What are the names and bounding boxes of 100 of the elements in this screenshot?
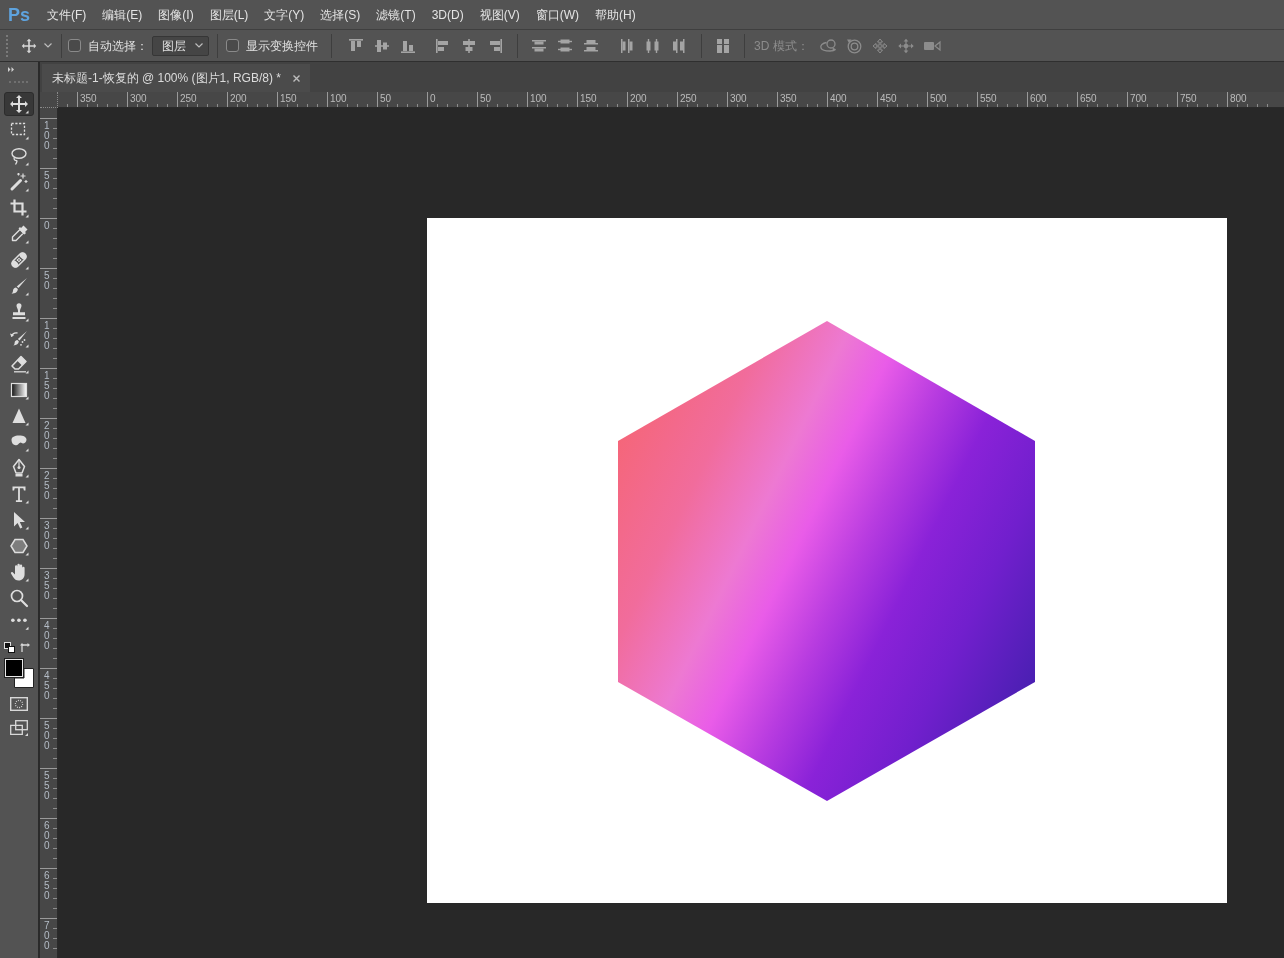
background-color-swatch[interactable] xyxy=(14,668,34,688)
ruler-label: 550 xyxy=(979,92,997,104)
collapse-panel-icon[interactable] xyxy=(8,67,15,72)
gradient-icon xyxy=(9,380,29,400)
ruler-label: 100 xyxy=(529,92,547,104)
default-colors-icon[interactable] xyxy=(4,641,15,653)
distribute-top-icon[interactable] xyxy=(531,37,547,54)
menu-item[interactable]: 图层(L) xyxy=(201,3,257,26)
more-icon xyxy=(9,618,29,630)
ruler-label: 350 xyxy=(44,571,51,601)
checkbox-label: 显示变换控件 xyxy=(246,37,318,55)
panel-grip[interactable] xyxy=(6,34,9,57)
menu-item[interactable]: 滤镜(T) xyxy=(368,3,424,26)
ruler-label: 400 xyxy=(829,92,847,104)
menu-item[interactable]: 窗口(W) xyxy=(527,3,587,26)
ruler-label: 100 xyxy=(329,92,347,104)
document-tab[interactable]: 未标题-1-恢复的 @ 100% (图片1, RGB/8) * xyxy=(42,64,310,92)
auto-align-icon[interactable] xyxy=(715,37,731,54)
ruler-label: 100 xyxy=(44,121,51,151)
ruler-label: 50 xyxy=(44,171,51,191)
ruler-label: 150 xyxy=(579,92,597,104)
lasso-icon xyxy=(9,146,29,166)
menu-item[interactable]: 帮助(H) xyxy=(587,3,644,26)
ruler-label: 50 xyxy=(479,92,492,104)
distribute-right-icon[interactable] xyxy=(671,37,687,54)
menu-item[interactable]: 文件(F) xyxy=(39,3,95,26)
distribute-vertical-centers-icon[interactable] xyxy=(557,37,573,54)
ruler-label: 0 xyxy=(429,92,436,104)
ruler-label: 700 xyxy=(44,921,51,951)
ruler-label: 350 xyxy=(79,92,97,104)
ruler-label: 400 xyxy=(44,621,51,651)
ruler-origin-corner[interactable] xyxy=(40,92,58,108)
ruler-label: 250 xyxy=(679,92,697,104)
eyedropper-icon xyxy=(9,224,29,244)
distribute-horizontal-centers-icon[interactable] xyxy=(645,37,661,54)
ruler-label: 150 xyxy=(279,92,297,104)
align-right-icon[interactable] xyxy=(487,37,503,54)
ruler-label: 350 xyxy=(779,92,797,104)
ruler-label: 800 xyxy=(1229,92,1247,104)
menu-item[interactable]: 编辑(E) xyxy=(94,3,151,26)
menu-item[interactable]: 视图(V) xyxy=(471,3,528,26)
ruler-label: 100 xyxy=(44,321,51,351)
foreground-color-swatch[interactable] xyxy=(5,659,23,677)
checkbox[interactable] xyxy=(226,39,239,52)
ruler-label: 200 xyxy=(629,92,647,104)
ruler-label: 250 xyxy=(179,92,197,104)
brush-icon xyxy=(9,276,29,296)
ruler-label: 450 xyxy=(879,92,897,104)
menu-item[interactable]: 3D(D) xyxy=(423,3,472,26)
ruler-label: 700 xyxy=(1129,92,1147,104)
distribute-left-icon[interactable] xyxy=(619,37,635,54)
ruler-label: 300 xyxy=(44,521,51,551)
distribute-bottom-icon[interactable] xyxy=(583,37,599,54)
zoom-icon xyxy=(9,588,29,608)
menu-item[interactable]: 图像(I) xyxy=(150,3,202,26)
quick-mask-icon[interactable] xyxy=(10,697,28,711)
screen-mode-icon[interactable] xyxy=(10,720,28,736)
ruler-label: 600 xyxy=(1029,92,1047,104)
ruler-label: 200 xyxy=(229,92,247,104)
checkbox-label: 自动选择： xyxy=(88,37,148,55)
ruler-label: 250 xyxy=(44,471,51,501)
ruler-label: 500 xyxy=(929,92,947,104)
ruler-label: 550 xyxy=(44,771,51,801)
magic-wand-icon xyxy=(9,172,29,192)
caret-icon[interactable] xyxy=(44,43,52,48)
align-left-icon[interactable] xyxy=(435,37,451,54)
align-vertical-centers-icon[interactable] xyxy=(374,37,390,54)
move-icon[interactable] xyxy=(21,37,37,54)
bandage-icon xyxy=(9,250,29,270)
eraser-icon xyxy=(9,354,29,374)
ruler-label: 500 xyxy=(44,721,51,751)
close-icon[interactable] xyxy=(292,74,300,82)
ruler-label: 50 xyxy=(379,92,392,104)
caret-icon[interactable] xyxy=(195,43,203,48)
ruler-label: 600 xyxy=(44,821,51,851)
history-brush-icon xyxy=(9,328,29,348)
ruler-label: 300 xyxy=(129,92,147,104)
menu-item[interactable]: 文字(Y) xyxy=(256,3,313,26)
crop-icon xyxy=(9,198,29,218)
ruler-label: 650 xyxy=(44,871,51,901)
hexagon-icon xyxy=(9,536,29,556)
ruler-label: 450 xyxy=(44,671,51,701)
move-icon xyxy=(9,94,29,114)
ruler-label: 750 xyxy=(1179,92,1197,104)
ruler-label: 0 xyxy=(44,221,51,231)
align-top-icon[interactable] xyxy=(348,37,364,54)
ruler-label: 50 xyxy=(44,271,51,291)
ruler-label: 150 xyxy=(44,371,51,401)
hand-icon xyxy=(9,562,29,582)
ruler-label: 650 xyxy=(1079,92,1097,104)
layer-dropdown[interactable]: 图层 xyxy=(152,35,209,56)
checkbox[interactable] xyxy=(68,39,81,52)
ruler-label: 200 xyxy=(44,421,51,451)
tool-button[interactable] xyxy=(4,92,34,116)
dashed-rectangle-icon xyxy=(9,120,29,140)
align-horizontal-centers-icon[interactable] xyxy=(461,37,477,54)
swap-colors-icon[interactable] xyxy=(20,641,32,653)
ruler-label: 300 xyxy=(729,92,747,104)
menu-item[interactable]: 选择(S) xyxy=(312,3,369,26)
app-logo: Ps xyxy=(8,4,31,25)
